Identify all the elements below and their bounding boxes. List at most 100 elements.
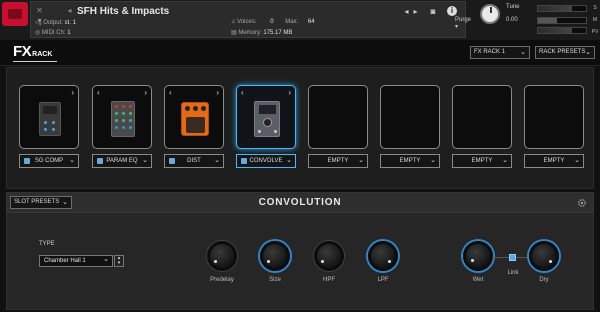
chevron-left-icon[interactable]: ‹ bbox=[97, 88, 100, 97]
link-label: Link bbox=[507, 270, 519, 276]
slot-3-select[interactable]: DIST ⌄ bbox=[164, 154, 224, 168]
next-arrow-icon[interactable]: ▸ bbox=[411, 7, 420, 16]
chevron-down-icon[interactable]: ▾ bbox=[115, 261, 123, 266]
chevron-left-icon[interactable]: ‹ bbox=[241, 88, 244, 97]
fx-rack-logo: FX RACK bbox=[13, 44, 52, 60]
slot-5-select[interactable]: EMPTY ⌄ bbox=[308, 154, 368, 168]
purge-menu[interactable]: Purge ▾ bbox=[455, 17, 471, 30]
midi-value[interactable]: 1 bbox=[67, 30, 70, 36]
comp-pedal-icon bbox=[39, 102, 61, 136]
slot-7[interactable] bbox=[452, 85, 512, 149]
chevron-down-icon: ⌄ bbox=[502, 157, 508, 164]
info-icon[interactable]: i bbox=[447, 6, 457, 16]
gear-icon[interactable] bbox=[577, 198, 587, 208]
chevron-right-icon[interactable]: › bbox=[71, 88, 74, 97]
slot-4-label: CONVOLVE bbox=[249, 158, 283, 164]
slot-2-power-toggle[interactable] bbox=[97, 158, 103, 164]
slot-4-select[interactable]: CONVOLVE ⌄ bbox=[236, 154, 296, 168]
rack-presets-select[interactable]: RACK PRESETS ⌄ bbox=[535, 46, 595, 59]
slot-1-power-toggle[interactable] bbox=[24, 158, 30, 164]
slot-3-power-toggle[interactable] bbox=[169, 158, 175, 164]
wet-label: Wet bbox=[472, 277, 484, 283]
slot-4[interactable]: ‹ › bbox=[236, 85, 296, 149]
slot-4-power-toggle[interactable] bbox=[241, 158, 247, 164]
effect-slots: › SG COMP ⌄ ‹ › PARAM EQ ⌄ ‹ › DIST ⌄ ‹ … bbox=[6, 67, 594, 189]
slot-5-label: EMPTY bbox=[327, 158, 349, 164]
prev-arrow-icon[interactable]: ◂ bbox=[402, 7, 411, 16]
slot-6-label: EMPTY bbox=[399, 158, 421, 164]
chevron-right-icon[interactable]: › bbox=[288, 88, 291, 97]
slot-1-select[interactable]: SG COMP ⌄ bbox=[19, 154, 79, 168]
slot-1-label: SG COMP bbox=[34, 158, 64, 164]
slot-2[interactable]: ‹ › bbox=[92, 85, 152, 149]
dry-knob[interactable] bbox=[529, 241, 559, 271]
solo-button[interactable]: S bbox=[590, 2, 600, 14]
hpf-knob[interactable] bbox=[314, 241, 344, 271]
lpf-knob[interactable] bbox=[368, 241, 398, 271]
chevron-left-icon[interactable]: ‹ bbox=[169, 88, 172, 97]
slot-3[interactable]: ‹ › bbox=[164, 85, 224, 149]
slot-6[interactable] bbox=[380, 85, 440, 149]
slot-8-label: EMPTY bbox=[543, 158, 565, 164]
memory-value: 175.17 MB bbox=[263, 30, 293, 36]
logo-rack: RACK bbox=[32, 51, 53, 58]
distortion-pedal-icon bbox=[181, 102, 209, 136]
camera-icon[interactable]: ◙ bbox=[427, 7, 439, 16]
chevron-down-icon: ⌄ bbox=[574, 157, 580, 164]
type-stepper[interactable]: ▴ ▾ bbox=[114, 255, 124, 267]
size-knob[interactable] bbox=[260, 241, 290, 271]
chevron-down-icon: ⌄ bbox=[520, 49, 526, 56]
slot-presets-select[interactable]: SLOT PRESETS ⌄ bbox=[10, 196, 72, 209]
rack-select[interactable]: FX RACK 1 ⌄ bbox=[470, 46, 530, 59]
slot-2-select[interactable]: PARAM EQ ⌄ bbox=[92, 154, 152, 168]
slot-5[interactable] bbox=[308, 85, 368, 149]
instrument-panel: ✕ ▾ ◂ SFH Hits & Impacts ◁) Output: st. … bbox=[30, 1, 471, 38]
chevron-down-icon: ⌄ bbox=[142, 157, 148, 164]
solo-mute-buttons: S M PV bbox=[590, 2, 600, 38]
output-row: ◁) Output: st. 1 bbox=[35, 19, 76, 26]
predelay-label: Predelay bbox=[210, 277, 234, 283]
chevron-right-icon[interactable]: › bbox=[216, 88, 219, 97]
chevron-down-icon: ⌄ bbox=[585, 49, 591, 56]
prev-instrument-icon[interactable]: ◂ bbox=[65, 6, 74, 15]
slot-8-select[interactable]: EMPTY ⌄ bbox=[524, 154, 584, 168]
memory-label: Memory: bbox=[238, 30, 262, 36]
slot-7-select[interactable]: EMPTY ⌄ bbox=[452, 154, 512, 168]
predelay-knob[interactable] bbox=[207, 241, 237, 271]
slot-1[interactable]: › bbox=[19, 85, 79, 149]
output-icon: ◁) bbox=[35, 20, 42, 26]
effect-title: CONVOLUTION bbox=[258, 197, 342, 208]
mute-button[interactable]: M bbox=[590, 14, 600, 26]
rack-presets-value: RACK PRESETS bbox=[539, 49, 586, 55]
chevron-down-icon: ⌄ bbox=[69, 157, 75, 164]
chevron-right-icon[interactable]: › bbox=[144, 88, 147, 97]
kontakt-header: ✕ ▾ ◂ SFH Hits & Impacts ◁) Output: st. … bbox=[0, 0, 600, 40]
wet-knob[interactable] bbox=[463, 241, 493, 271]
max-value[interactable]: 64 bbox=[308, 19, 315, 25]
kontakt-logo[interactable] bbox=[2, 2, 28, 26]
slot-8[interactable] bbox=[524, 85, 584, 149]
output-value[interactable]: st. 1 bbox=[65, 20, 76, 26]
size-label: Size bbox=[269, 277, 281, 283]
voices-label: Voices: bbox=[237, 19, 257, 25]
pv-button[interactable]: PV bbox=[590, 26, 600, 38]
tune-value: 0.00 bbox=[506, 17, 518, 23]
volume-slider[interactable] bbox=[537, 17, 587, 24]
type-select[interactable]: Chamber Hall 1 ⌄ bbox=[39, 255, 113, 267]
memory-icon: ▤ bbox=[231, 30, 237, 36]
voices-icon: ♫ bbox=[231, 19, 236, 25]
level-meter-left bbox=[537, 5, 587, 12]
tune-knob[interactable] bbox=[480, 4, 500, 24]
rack-select-value: FX RACK 1 bbox=[474, 49, 506, 55]
logo-fx: FX bbox=[13, 43, 32, 60]
link-toggle[interactable] bbox=[509, 254, 516, 261]
slot-6-select[interactable]: EMPTY ⌄ bbox=[380, 154, 440, 168]
wrench-icon[interactable]: ✕ bbox=[35, 6, 44, 15]
slot-presets-value: SLOT PRESETS bbox=[14, 199, 60, 205]
effect-panel: CONVOLUTION SLOT PRESETS ⌄ TYPE Chamber … bbox=[6, 192, 594, 310]
instrument-name[interactable]: SFH Hits & Impacts bbox=[77, 6, 169, 17]
level-meters bbox=[537, 3, 587, 35]
midi-icon: ◎ bbox=[35, 30, 41, 36]
hpf-label: HPF bbox=[323, 277, 335, 283]
memory-row: ▤ Memory: 175.17 MB bbox=[231, 29, 292, 36]
